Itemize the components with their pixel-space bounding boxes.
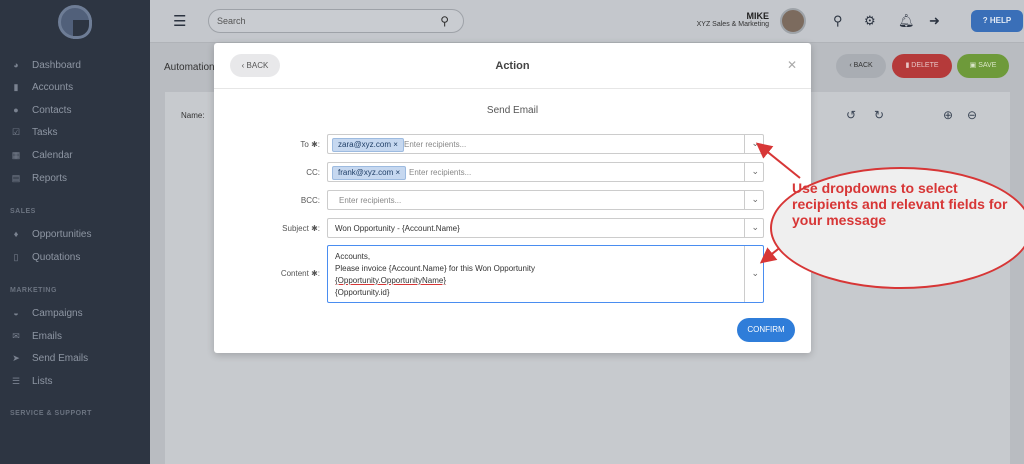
- callout-text: Use dropdowns to select recipients and r…: [792, 180, 1008, 228]
- arrow-to-field: [755, 142, 801, 179]
